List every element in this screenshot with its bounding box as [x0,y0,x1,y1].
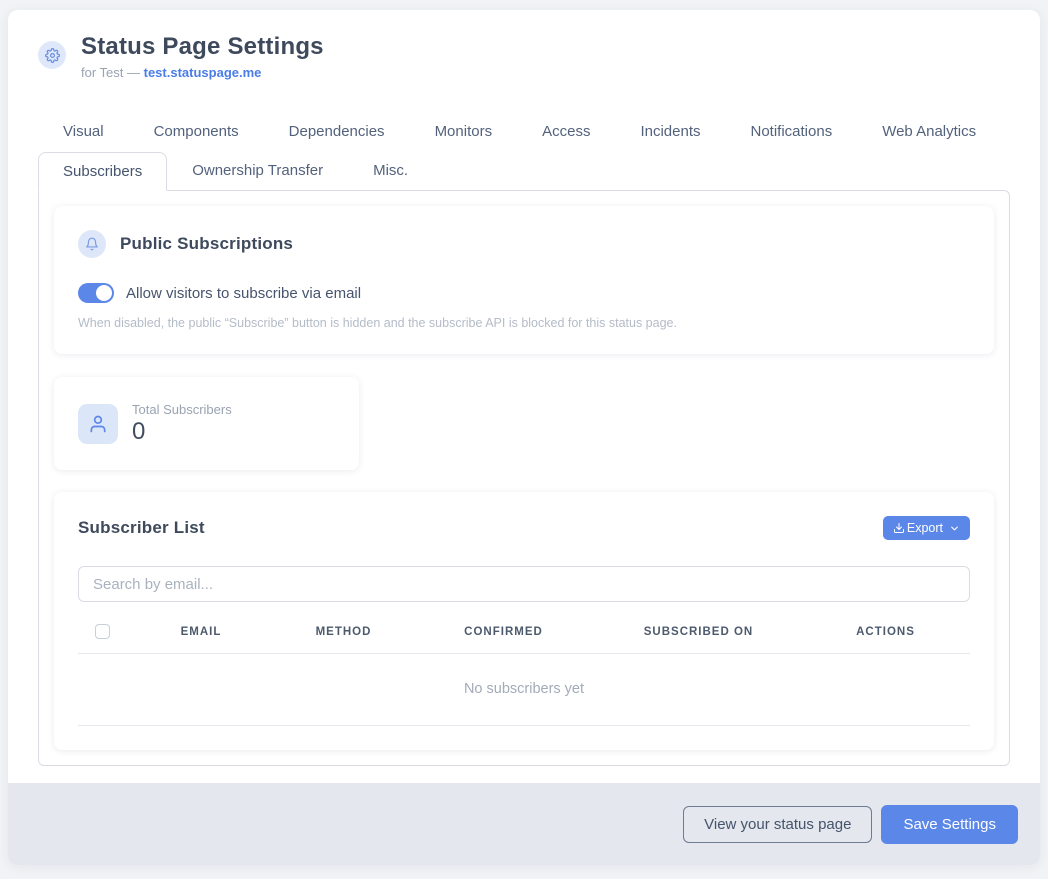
status-page-settings-card: Status Page Settings for Test — test.sta… [8,10,1040,865]
subscribers-tab-panel: Public Subscriptions Allow visitors to s… [38,190,1010,766]
tab-dependencies[interactable]: Dependencies [264,112,410,151]
column-header-subscribed-on: SUBSCRIBED ON [596,626,801,638]
empty-state-message: No subscribers yet [78,654,970,726]
total-subscribers-value: 0 [132,419,232,445]
subscriber-table-header: EMAIL METHOD CONFIRMED SUBSCRIBED ON ACT… [78,624,970,654]
tab-ownership-transfer[interactable]: Ownership Transfer [167,151,348,190]
view-status-page-button[interactable]: View your status page [683,806,872,843]
export-button-label: Export [907,521,943,535]
page-header: Status Page Settings for Test — test.sta… [8,10,1040,80]
bell-icon [78,230,106,258]
total-subscribers-label: Total Subscribers [132,402,232,417]
subscriber-list-card: Subscriber List Export EMAIL METHOD CONF… [54,492,994,750]
subscribe-toggle-row: Allow visitors to subscribe via email [78,283,970,303]
subscribe-helper-text: When disabled, the public “Subscribe” bu… [78,316,970,330]
subtitle-prefix: for Test — [81,65,144,80]
tab-web-analytics[interactable]: Web Analytics [857,112,1001,151]
tab-access[interactable]: Access [517,112,615,151]
allow-subscribe-toggle[interactable] [78,283,114,303]
save-settings-button[interactable]: Save Settings [881,805,1018,844]
subscriber-list-header: Subscriber List Export [78,516,970,540]
page-subtitle: for Test — test.statuspage.me [81,65,324,80]
export-button[interactable]: Export [883,516,970,540]
search-input[interactable] [78,566,970,602]
user-icon [78,404,118,444]
tab-notifications[interactable]: Notifications [726,112,858,151]
settings-tabs: Visual Components Dependencies Monitors … [38,112,1010,190]
column-header-actions: ACTIONS [801,626,970,638]
public-subscriptions-title: Public Subscriptions [120,234,293,254]
header-text: Status Page Settings for Test — test.sta… [81,32,324,80]
tab-row-2: Subscribers Ownership Transfer Misc. [38,151,1010,190]
column-header-confirmed: CONFIRMED [411,626,596,638]
tab-misc[interactable]: Misc. [348,151,433,190]
public-subscriptions-card: Public Subscriptions Allow visitors to s… [54,206,994,354]
footer-action-bar: View your status page Save Settings [8,783,1040,865]
download-icon [893,522,905,534]
column-header-email: EMAIL [126,626,276,638]
total-subscribers-card: Total Subscribers 0 [54,377,359,470]
tab-visual[interactable]: Visual [38,112,129,151]
tab-subscribers[interactable]: Subscribers [38,152,167,191]
page-title: Status Page Settings [81,32,324,62]
status-page-link[interactable]: test.statuspage.me [144,65,262,80]
select-all-checkbox[interactable] [95,624,110,639]
chevron-down-icon [949,523,960,534]
tab-components[interactable]: Components [129,112,264,151]
tab-monitors[interactable]: Monitors [410,112,518,151]
allow-subscribe-label: Allow visitors to subscribe via email [126,285,361,302]
subscriber-list-title: Subscriber List [78,518,205,538]
total-subscribers-text: Total Subscribers 0 [132,402,232,445]
tab-row-1: Visual Components Dependencies Monitors … [38,112,1010,151]
column-header-method: METHOD [276,626,411,638]
public-subscriptions-header: Public Subscriptions [78,230,970,258]
gear-icon [38,41,66,69]
tab-incidents[interactable]: Incidents [615,112,725,151]
